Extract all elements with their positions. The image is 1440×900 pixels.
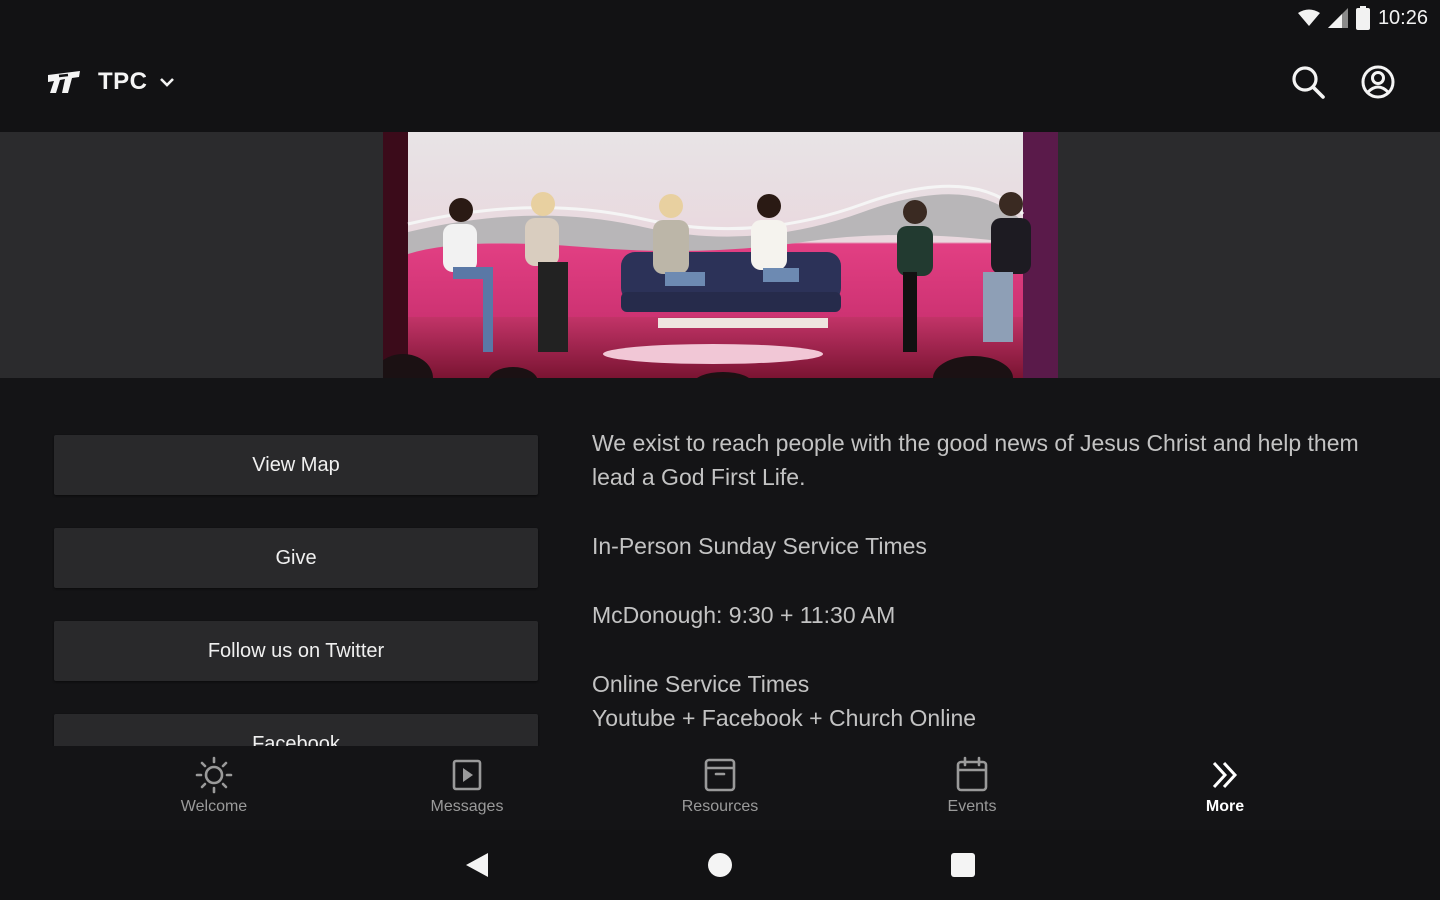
about-text: We exist to reach people with the good n… (592, 426, 1382, 735)
nav-messages[interactable]: Messages (397, 756, 537, 816)
give-button[interactable]: Give (54, 528, 538, 588)
back-icon (466, 853, 488, 877)
appbar-actions (1288, 62, 1398, 102)
recents-button[interactable] (948, 850, 978, 880)
double-chevron-right-icon (1212, 761, 1238, 789)
calendar-icon (956, 756, 988, 792)
nav-events[interactable]: Events (902, 756, 1042, 816)
home-icon (708, 853, 732, 877)
brand-name: TPC (98, 68, 148, 95)
nav-welcome[interactable]: Welcome (144, 756, 284, 816)
system-nav (0, 830, 1440, 900)
play-square-icon (452, 759, 482, 791)
home-button[interactable] (705, 850, 735, 880)
app-bar: TPC (0, 40, 1440, 132)
nav-more[interactable]: More (1155, 756, 1295, 816)
bottom-nav: Welcome Messages Resources Events More (0, 746, 1440, 830)
recents-icon (951, 853, 975, 877)
tpc-logo-icon (48, 71, 80, 93)
chevron-down-icon (159, 78, 174, 87)
back-button[interactable] (462, 850, 492, 880)
hero-illustration (383, 132, 1058, 378)
status-icons: 10:26 (1297, 6, 1428, 30)
status-bar: 10:26 (0, 0, 1440, 40)
hero-image (383, 132, 1058, 378)
signal-icon (1327, 8, 1348, 28)
service-times: McDonough: 9:30 + 11:30 AM (592, 602, 896, 628)
facebook-button[interactable]: Facebook (54, 714, 538, 746)
status-time: 10:26 (1377, 6, 1428, 29)
account-icon (1361, 65, 1395, 99)
nav-messages-label: Messages (430, 798, 504, 815)
battery-icon (1355, 6, 1370, 30)
search-button[interactable] (1288, 62, 1328, 102)
view-map-button[interactable]: View Map (54, 435, 538, 495)
content-area: View Map Give Follow us on Twitter Faceb… (0, 378, 1440, 746)
hero-banner (0, 132, 1440, 378)
online-heading: Online Service Times (592, 671, 810, 697)
link-buttons: View Map Give Follow us on Twitter Faceb… (54, 435, 538, 746)
mission-statement: We exist to reach people with the good n… (592, 430, 1359, 490)
account-button[interactable] (1358, 62, 1398, 102)
nav-resources[interactable]: Resources (650, 756, 790, 816)
nav-more-label: More (1205, 798, 1245, 815)
nav-welcome-label: Welcome (180, 798, 248, 815)
nav-events-label: Events (947, 798, 997, 815)
archive-icon (704, 758, 736, 792)
wifi-icon (1297, 9, 1320, 26)
nav-resources-label: Resources (681, 798, 759, 815)
sun-icon (195, 756, 233, 794)
online-platforms: Youtube + Facebook + Church Online (592, 705, 977, 731)
service-heading: In-Person Sunday Service Times (592, 533, 927, 559)
campus-selector[interactable]: TPC (46, 68, 176, 96)
search-icon (1292, 66, 1325, 99)
twitter-button[interactable]: Follow us on Twitter (54, 621, 538, 681)
